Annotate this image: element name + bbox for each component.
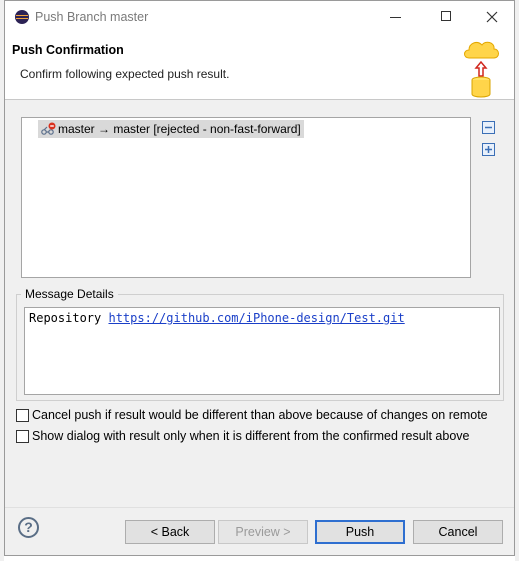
tree-row-label: master → master [rejected - non-fast-for…	[58, 122, 301, 136]
message-details-text[interactable]: Repository https://github.com/iPhone-des…	[24, 307, 500, 395]
push-button[interactable]: Push	[315, 520, 405, 544]
title-bar: Push Branch master	[5, 1, 514, 33]
rejected-branch-icon	[41, 122, 56, 135]
push-result-tree[interactable]: master → master [rejected - non-fast-for…	[21, 117, 471, 278]
expand-all-icon[interactable]	[482, 143, 495, 156]
back-button[interactable]: < Back	[125, 520, 215, 544]
window-title: Push Branch master	[35, 10, 149, 24]
background-ide-right	[515, 0, 519, 561]
eclipse-icon	[15, 10, 29, 24]
cancel-if-different-label: Cancel push if result would be different…	[32, 408, 488, 422]
show-dialog-checkbox[interactable]	[16, 430, 29, 443]
page-description: Confirm following expected push result.	[20, 67, 230, 81]
repository-prefix: Repository	[29, 311, 109, 325]
tree-row[interactable]: master → master [rejected - non-fast-for…	[38, 120, 304, 138]
help-icon[interactable]: ?	[18, 517, 39, 538]
cancel-button[interactable]: Cancel	[413, 520, 503, 544]
push-dialog: Push Branch master Push Confirmation Con…	[4, 0, 515, 556]
close-icon	[486, 11, 498, 23]
maximize-button[interactable]	[424, 1, 468, 33]
minimize-button[interactable]	[374, 1, 418, 33]
collapse-all-icon[interactable]	[482, 121, 495, 134]
repository-link[interactable]: https://github.com/iPhone-design/Test.gi…	[108, 311, 404, 325]
show-dialog-label: Show dialog with result only when it is …	[32, 429, 470, 443]
minimize-icon	[390, 17, 401, 18]
footer-divider	[5, 507, 514, 508]
close-button[interactable]	[470, 1, 514, 33]
message-details-label: Message Details	[21, 287, 118, 301]
maximize-icon	[441, 11, 451, 21]
preview-button: Preview >	[218, 520, 308, 544]
details-line: Repository https://github.com/iPhone-des…	[29, 311, 405, 325]
push-to-repository-icon	[464, 41, 499, 98]
page-title: Push Confirmation	[12, 43, 124, 57]
cancel-if-different-checkbox[interactable]	[16, 409, 29, 422]
wizard-header: Push Confirmation Confirm following expe…	[5, 33, 514, 100]
